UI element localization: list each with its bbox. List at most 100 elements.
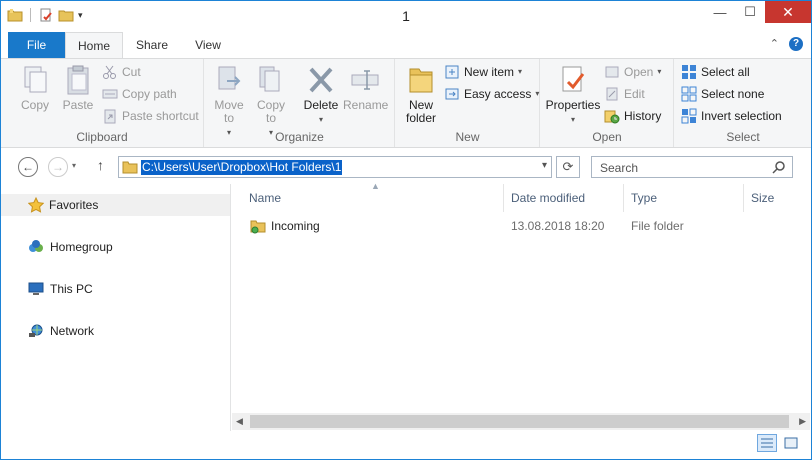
rename-icon bbox=[351, 70, 379, 90]
title-bar: ▾ 1 — ☐ ✕ bbox=[1, 1, 811, 31]
back-button[interactable]: ← bbox=[18, 157, 38, 177]
easy-access-icon bbox=[445, 88, 459, 100]
open-button[interactable]: Open ▾ bbox=[604, 62, 661, 82]
select-all-icon bbox=[682, 65, 696, 79]
properties-button[interactable]: Properties ▾ bbox=[545, 63, 601, 126]
easy-access-button[interactable]: Easy access ▾ bbox=[444, 84, 539, 104]
properties-caret-icon: ▾ bbox=[570, 115, 575, 124]
move-to-button[interactable]: Move to ▾ bbox=[211, 63, 247, 139]
up-arrow-icon[interactable]: ↑ bbox=[97, 157, 104, 173]
copy-button[interactable]: Copy bbox=[15, 63, 55, 112]
group-new: New folder New item ▾ Easy access ▾ New bbox=[396, 59, 540, 147]
copy-to-button[interactable]: Copy to ▾ bbox=[253, 63, 289, 139]
file-type: File folder bbox=[631, 219, 684, 233]
this-pc-label: This PC bbox=[50, 282, 93, 296]
ribbon-controls: ⌃ ? bbox=[770, 37, 803, 51]
new-folder-icon bbox=[409, 68, 433, 93]
forward-button[interactable]: → bbox=[48, 157, 68, 177]
address-bar[interactable]: C:\Users\User\Dropbox\Hot Folders\1 ▾ bbox=[118, 156, 552, 178]
history-button[interactable]: History bbox=[604, 106, 661, 126]
paste-shortcut-button[interactable]: Paste shortcut bbox=[102, 106, 199, 126]
folder-sync-icon bbox=[250, 220, 266, 234]
ribbon: Copy Paste Cut Copy path Paste shortcut … bbox=[1, 58, 811, 148]
search-placeholder: Search bbox=[600, 161, 639, 175]
window-controls: — ☐ ✕ bbox=[705, 1, 811, 23]
nav-item-favorites[interactable]: Favorites bbox=[1, 194, 230, 216]
delete-button[interactable]: Delete ▾ bbox=[301, 63, 341, 126]
details-view-button[interactable] bbox=[757, 434, 777, 452]
history-icon bbox=[604, 110, 620, 124]
window-title: 1 bbox=[402, 8, 410, 24]
tab-home[interactable]: Home bbox=[65, 32, 123, 59]
maximize-button[interactable]: ☐ bbox=[735, 1, 765, 23]
copy-path-label: Copy path bbox=[122, 87, 177, 101]
minimize-button[interactable]: — bbox=[705, 1, 735, 23]
new-item-label: New item bbox=[464, 65, 515, 79]
details-view-icon bbox=[761, 438, 773, 448]
new-folder-label: New folder bbox=[405, 98, 437, 125]
rename-button[interactable]: Rename bbox=[343, 63, 389, 112]
edit-label: Edit bbox=[624, 87, 645, 101]
group-select: Select all Select none Invert selection … bbox=[675, 59, 811, 147]
address-path[interactable]: C:\Users\User\Dropbox\Hot Folders\1 bbox=[141, 160, 343, 175]
select-all-button[interactable]: Select all bbox=[681, 62, 750, 82]
open-icon bbox=[605, 66, 619, 78]
new-item-caret-icon: ▾ bbox=[518, 67, 523, 76]
scrollbar-thumb[interactable] bbox=[250, 415, 789, 428]
select-group-label: Select bbox=[726, 130, 760, 144]
open-label: Open bbox=[624, 65, 654, 79]
paste-button[interactable]: Paste bbox=[59, 63, 97, 112]
help-icon[interactable]: ? bbox=[789, 37, 803, 51]
tab-view[interactable]: View bbox=[183, 32, 233, 58]
recent-locations-icon[interactable]: ▾ bbox=[72, 161, 76, 170]
cut-button[interactable]: Cut bbox=[102, 62, 141, 82]
homegroup-icon bbox=[29, 240, 43, 252]
invert-selection-button[interactable]: Invert selection bbox=[681, 106, 782, 126]
group-open: Properties ▾ Open ▾ Edit History Open bbox=[541, 59, 674, 147]
column-header-name[interactable]: Name bbox=[242, 184, 504, 212]
new-item-button[interactable]: New item ▾ bbox=[444, 62, 522, 82]
easy-access-label: Easy access bbox=[464, 87, 532, 101]
nav-item-this-pc[interactable]: This PC bbox=[28, 278, 93, 300]
column-header-size[interactable]: Size bbox=[744, 184, 810, 212]
cut-label: Cut bbox=[122, 65, 141, 79]
address-row: ← → ▾ ↑ C:\Users\User\Dropbox\Hot Folder… bbox=[1, 148, 811, 184]
column-header-type[interactable]: Type bbox=[624, 184, 744, 212]
select-none-button[interactable]: Select none bbox=[681, 84, 764, 104]
file-list: ▲ Name Date modified Type Size Incoming … bbox=[232, 181, 810, 412]
paste-shortcut-label: Paste shortcut bbox=[122, 109, 199, 123]
delete-x-icon bbox=[309, 67, 333, 93]
copy-label: Copy bbox=[20, 98, 49, 112]
organize-group-label: Organize bbox=[275, 130, 324, 144]
column-header-date-modified[interactable]: Date modified bbox=[504, 184, 624, 212]
edit-button[interactable]: Edit bbox=[604, 84, 645, 104]
ribbon-tabs: File Home Share View bbox=[1, 31, 811, 59]
copy-path-button[interactable]: Copy path bbox=[102, 84, 177, 104]
table-row[interactable]: Incoming 13.08.2018 18:20 File folder bbox=[242, 215, 802, 237]
rename-label: Rename bbox=[343, 98, 389, 112]
delete-caret-icon: ▾ bbox=[318, 115, 323, 124]
network-label: Network bbox=[50, 324, 95, 338]
easy-access-caret-icon: ▾ bbox=[535, 89, 540, 98]
scroll-right-icon[interactable]: ▶ bbox=[799, 416, 806, 427]
scroll-left-icon[interactable]: ◀ bbox=[236, 416, 243, 427]
clipboard-group-label: Clipboard bbox=[76, 130, 128, 144]
collapse-ribbon-icon[interactable]: ⌃ bbox=[770, 37, 779, 51]
tab-file[interactable]: File bbox=[8, 32, 65, 58]
navigation-pane: Favorites Homegroup This PC Network bbox=[1, 184, 231, 434]
tab-share[interactable]: Share bbox=[127, 32, 177, 58]
copy-to-icon bbox=[259, 66, 280, 92]
address-dropdown-icon[interactable]: ▾ bbox=[542, 160, 547, 171]
horizontal-scrollbar[interactable]: ◀ ▶ bbox=[232, 413, 810, 430]
refresh-button[interactable]: ⟳ bbox=[556, 156, 580, 178]
paste-shortcut-icon bbox=[104, 109, 116, 124]
nav-item-homegroup[interactable]: Homegroup bbox=[28, 236, 113, 258]
status-bar bbox=[1, 431, 811, 459]
nav-item-network[interactable]: Network bbox=[28, 320, 94, 342]
search-box[interactable]: Search bbox=[591, 156, 793, 178]
favorites-label: Favorites bbox=[49, 198, 99, 212]
new-folder-button[interactable]: New folder bbox=[400, 63, 442, 125]
computer-icon bbox=[28, 282, 44, 295]
large-icons-view-button[interactable] bbox=[781, 434, 801, 452]
close-button[interactable]: ✕ bbox=[765, 1, 811, 23]
